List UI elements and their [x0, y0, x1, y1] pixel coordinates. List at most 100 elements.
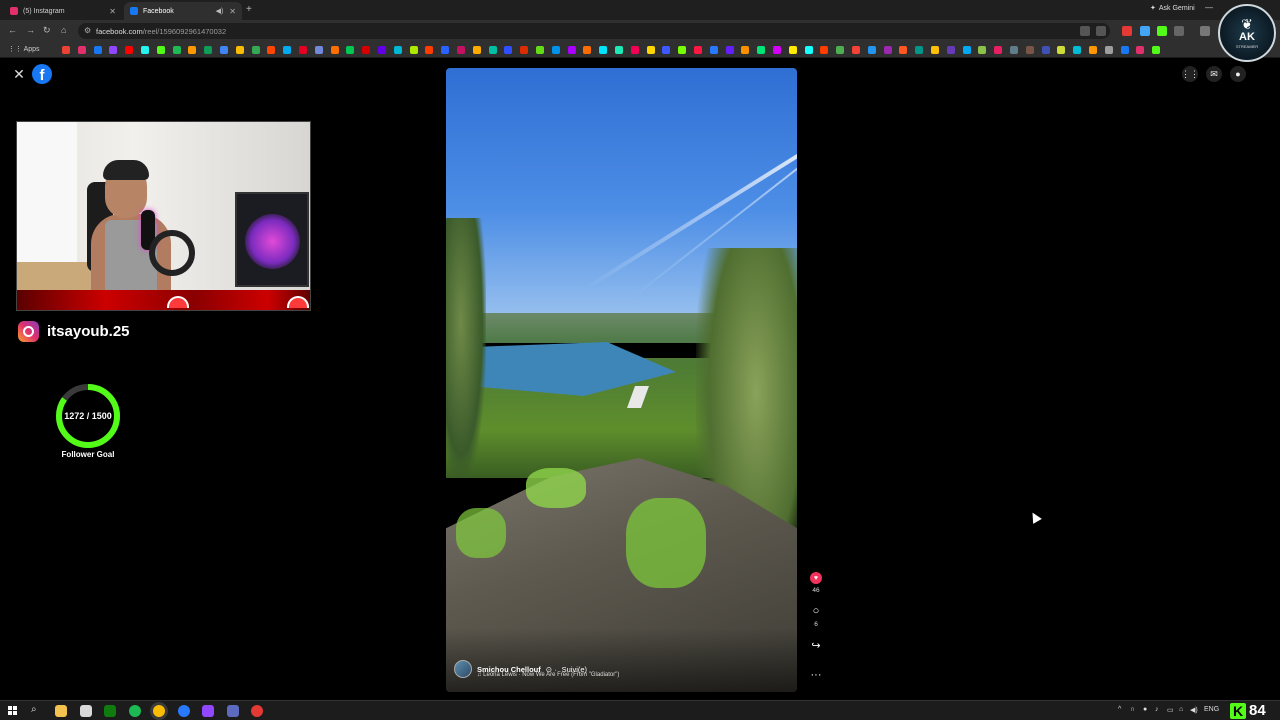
bookmark-favicon-icon[interactable]: [299, 46, 307, 54]
bookmark-favicon-icon[interactable]: [994, 46, 1003, 54]
bookmark-favicon-icon[interactable]: [378, 46, 386, 54]
bookmark-favicon-icon[interactable]: [852, 46, 860, 54]
tray-volume-icon[interactable]: ◀): [1190, 706, 1198, 714]
facebook-logo-icon[interactable]: f: [32, 64, 52, 84]
cast-icon[interactable]: [1080, 26, 1090, 36]
bookmark-favicon-icon[interactable]: [725, 46, 734, 54]
browser-icon[interactable]: [178, 705, 190, 717]
bookmark-favicon-icon[interactable]: [188, 46, 197, 54]
side-panel-icon[interactable]: [1200, 26, 1210, 36]
bookmark-favicon-icon[interactable]: [804, 46, 813, 54]
bookmark-favicon-icon[interactable]: [457, 46, 465, 54]
file-explorer-icon[interactable]: [55, 705, 67, 717]
bookmark-favicon-icon[interactable]: [1041, 46, 1050, 54]
comment-icon[interactable]: ○: [809, 604, 823, 618]
share-icon[interactable]: ↪: [809, 638, 823, 652]
bookmark-favicon-icon[interactable]: [409, 46, 418, 54]
bookmark-favicon-icon[interactable]: [915, 46, 924, 54]
new-tab-button[interactable]: +: [246, 4, 252, 15]
bookmark-favicon-icon[interactable]: [867, 46, 876, 54]
minimize-button[interactable]: —: [1205, 3, 1213, 12]
bookmark-favicon-icon[interactable]: [156, 46, 165, 54]
bookmark-favicon-icon[interactable]: [1152, 46, 1161, 54]
like-heart-icon[interactable]: ♥: [810, 572, 822, 584]
bookmark-favicon-icon[interactable]: [1057, 46, 1066, 54]
tray-network-icon[interactable]: ⌂: [1179, 706, 1183, 713]
bookmark-favicon-icon[interactable]: [946, 46, 955, 54]
extension-icon[interactable]: [1122, 26, 1132, 36]
store-icon[interactable]: [80, 705, 92, 717]
back-icon[interactable]: ←: [8, 25, 17, 35]
search-icon[interactable]: ⌕: [31, 704, 37, 715]
bookmark-favicon-icon[interactable]: [741, 46, 750, 54]
tray-app-icon[interactable]: ●: [1143, 706, 1147, 713]
tab-instagram[interactable]: (5) Instagram ✕: [4, 2, 122, 20]
bookmark-favicon-icon[interactable]: [899, 46, 908, 54]
bookmark-favicon-icon[interactable]: [978, 46, 987, 54]
bookmark-favicon-icon[interactable]: [757, 46, 766, 54]
speaker-icon[interactable]: ◀): [216, 7, 224, 15]
bookmark-favicon-icon[interactable]: [109, 46, 118, 54]
share-action[interactable]: ↪: [806, 638, 826, 652]
bookmark-favicon-icon[interactable]: [551, 46, 560, 54]
like-action[interactable]: ♥ 46: [806, 572, 826, 594]
bookmark-favicon-icon[interactable]: [788, 46, 797, 54]
extensions-puzzle-icon[interactable]: [1174, 26, 1184, 36]
bookmark-favicon-icon[interactable]: [1104, 46, 1113, 54]
notifications-bell-icon[interactable]: ●: [1230, 66, 1246, 82]
tray-language[interactable]: ENG: [1204, 706, 1219, 713]
bookmark-favicon-icon[interactable]: [599, 46, 608, 54]
app-icon[interactable]: [227, 705, 239, 717]
bookmark-favicon-icon[interactable]: [1010, 46, 1018, 54]
bookmark-favicon-icon[interactable]: [267, 46, 276, 54]
bookmark-favicon-icon[interactable]: [836, 46, 845, 54]
windows-start-icon[interactable]: [8, 706, 17, 715]
bookmark-favicon-icon[interactable]: [220, 46, 228, 54]
spotify-icon[interactable]: [129, 705, 141, 717]
bookmark-favicon-icon[interactable]: [172, 46, 181, 54]
site-info-icon[interactable]: ⚙: [84, 26, 91, 35]
bookmark-favicon-icon[interactable]: [1120, 46, 1129, 54]
more-action[interactable]: ···: [806, 668, 826, 682]
bookmark-favicon-icon[interactable]: [125, 46, 134, 54]
bookmark-favicon-icon[interactable]: [77, 46, 86, 54]
bookmark-favicon-icon[interactable]: [931, 46, 939, 54]
close-reel-button[interactable]: ✕: [12, 66, 26, 83]
tray-monitor-icon[interactable]: ▭: [1167, 706, 1174, 714]
bookmark-favicon-icon[interactable]: [1073, 46, 1082, 54]
extension-icon[interactable]: [1157, 26, 1167, 36]
messenger-icon[interactable]: ✉: [1206, 66, 1222, 82]
chrome-icon[interactable]: [153, 705, 165, 717]
bookmark-favicon-icon[interactable]: [678, 46, 687, 54]
bookmark-favicon-icon[interactable]: [314, 46, 323, 54]
bookmark-favicon-icon[interactable]: [251, 46, 260, 54]
bookmark-favicon-icon[interactable]: [567, 46, 576, 54]
bookmark-favicon-icon[interactable]: [504, 46, 513, 54]
bookmark-favicon-icon[interactable]: [141, 46, 149, 54]
bookmark-favicon-icon[interactable]: [362, 46, 371, 54]
bookmark-favicon-icon[interactable]: [615, 46, 623, 54]
tray-mic-icon[interactable]: ♪: [1155, 706, 1159, 713]
obs-icon[interactable]: [251, 705, 263, 717]
bookmark-favicon-icon[interactable]: [630, 46, 639, 54]
bookmark-favicon-icon[interactable]: [536, 46, 544, 54]
more-options-icon[interactable]: ···: [809, 668, 823, 682]
bookmark-favicon-icon[interactable]: [472, 46, 481, 54]
tray-headset-icon[interactable]: ∩: [1130, 706, 1135, 713]
bookmark-favicon-icon[interactable]: [520, 46, 529, 54]
bookmark-favicon-icon[interactable]: [1089, 46, 1097, 54]
apps-shortcut[interactable]: ⋮⋮ Apps: [8, 45, 40, 53]
bookmark-favicon-icon[interactable]: [773, 46, 781, 54]
home-icon[interactable]: ⌂: [61, 25, 66, 35]
bookmark-favicon-icon[interactable]: [1025, 46, 1034, 54]
extension-icon[interactable]: [1140, 26, 1150, 36]
bookmark-favicon-icon[interactable]: [709, 46, 718, 54]
close-tab-icon[interactable]: ✕: [109, 7, 116, 16]
menu-grid-icon[interactable]: ⋮⋮: [1181, 66, 1199, 82]
bookmark-favicon-icon[interactable]: [425, 46, 434, 54]
bookmark-favicon-icon[interactable]: [820, 46, 829, 54]
bookmark-favicon-icon[interactable]: [694, 46, 702, 54]
comment-action[interactable]: ○ 6: [806, 604, 826, 628]
bookmark-favicon-icon[interactable]: [441, 46, 450, 54]
url-input[interactable]: ⚙ facebook.com/reel/1596092961470032: [78, 23, 1110, 39]
